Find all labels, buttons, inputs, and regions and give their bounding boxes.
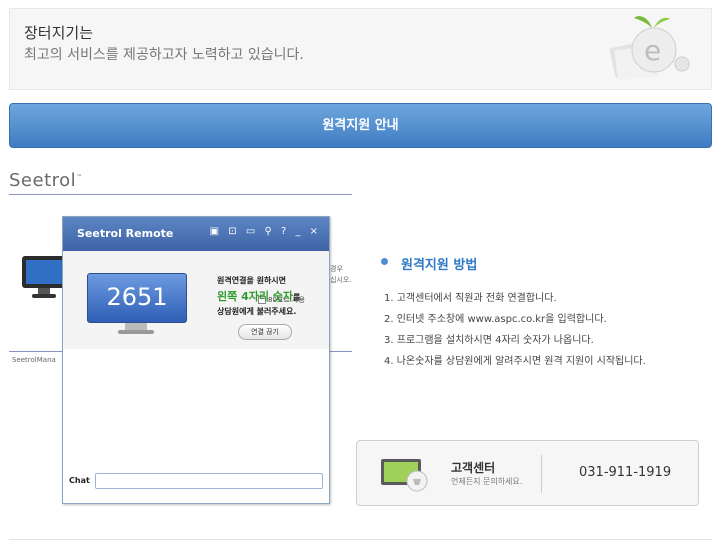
seetrol-remote-window: Seetrol Remote ▣ ⊡ ▭ ⚲ ? _ × 80포트 사용 265… (62, 216, 330, 504)
instruction-highlight: 왼쪽 4자리 숫자를 (217, 290, 301, 303)
footer-divider (9, 539, 712, 540)
chat-input[interactable] (95, 473, 323, 489)
background-window-text: 경우 십시오. (330, 265, 352, 284)
step-item: 1. 고객센터에서 직원과 전화 연결합니다. (384, 293, 557, 304)
brand-divider (9, 194, 352, 195)
window-title: Seetrol Remote (77, 227, 174, 240)
customer-center-title: 고객센터 (451, 461, 496, 475)
chat-log[interactable] (69, 355, 323, 463)
divider (541, 455, 542, 493)
step-item: 4. 나온숫자를 상담원에게 알려주시면 원격 지원이 시작됩니다. (384, 356, 646, 367)
connection-code-display: 2651 (87, 273, 187, 323)
step-item: 2. 인터넷 주소창에 www.aspc.co.kr을 입력합니다. (384, 314, 607, 325)
instruction-line1: 원격연결을 원하시면 (217, 276, 287, 285)
monitor-icon (22, 256, 66, 298)
disconnect-button[interactable]: 연결 끊기 (238, 324, 292, 340)
e-service-illustration-icon: e (609, 16, 690, 80)
method-steps: 1. 고객센터에서 직원과 전화 연결합니다. 2. 인터넷 주소창에 www.… (384, 288, 646, 372)
step-item: 3. 프로그램을 설치하시면 4자리 숫자가 나옵니다. (384, 335, 594, 346)
window-control-icons[interactable]: ▣ ⊡ ▭ ⚲ ? _ × (210, 226, 321, 237)
seetrol-logo: Seetrol™ (9, 170, 83, 191)
customer-center-box: 고객센터 언제든지 문의하세요. 031-911-1919 (356, 440, 699, 506)
svg-text:e: e (644, 34, 661, 67)
banner-title: 장터지기는 (24, 24, 94, 42)
window-titlebar[interactable]: Seetrol Remote ▣ ⊡ ▭ ⚲ ? _ × (63, 217, 329, 251)
instruction-line3: 상담원에게 불러주세요. (217, 307, 297, 316)
seetrol-manager-label: SeetrolMana (12, 356, 56, 364)
chat-label: Chat (69, 476, 90, 485)
method-title: 원격지원 방법 (401, 258, 478, 273)
support-monitor-icon (381, 459, 428, 492)
bullet-icon (381, 258, 388, 265)
remote-support-guide-titlebar: 원격지원 안내 (9, 103, 712, 148)
monitor-base-icon (118, 330, 154, 334)
banner-subtitle: 최고의 서비스를 제공하고자 노력하고 있습니다. (24, 47, 304, 63)
customer-center-subtitle: 언제든지 문의하세요. (451, 477, 523, 486)
phone-number[interactable]: 031-911-1919 (579, 465, 671, 480)
